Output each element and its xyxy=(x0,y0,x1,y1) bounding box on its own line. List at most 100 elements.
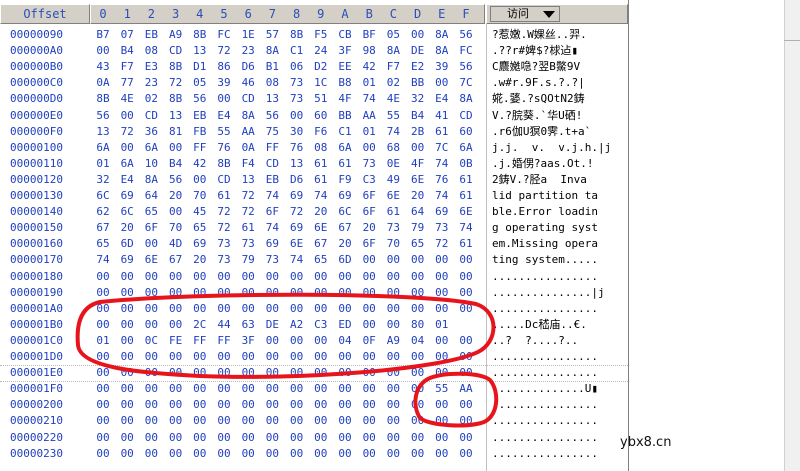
hex-byte[interactable]: 00 xyxy=(237,381,259,397)
hex-byte[interactable]: 00 xyxy=(140,285,162,301)
hex-byte[interactable]: 00 xyxy=(407,413,429,429)
hex-byte[interactable]: E4 xyxy=(116,172,138,188)
hex-byte[interactable]: 00 xyxy=(286,430,308,446)
hex-byte[interactable]: 00 xyxy=(455,413,477,429)
hex-byte[interactable]: 00 xyxy=(116,333,138,349)
hex-byte[interactable]: 00 xyxy=(407,430,429,446)
hex-byte[interactable]: 8B xyxy=(286,27,308,43)
hex-byte[interactable]: 6A xyxy=(92,140,114,156)
hex-byte[interactable]: 8A xyxy=(431,43,453,59)
hex-byte[interactable]: 00 xyxy=(286,413,308,429)
hex-byte[interactable]: 7C xyxy=(431,140,453,156)
hex-byte[interactable]: 6C xyxy=(92,188,114,204)
hex-byte[interactable]: 00 xyxy=(431,430,453,446)
hex-byte[interactable]: 00 xyxy=(213,349,235,365)
hex-byte[interactable]: 20 xyxy=(165,188,187,204)
hex-byte[interactable]: 61 xyxy=(455,236,477,252)
hex-byte[interactable]: 00 xyxy=(261,285,283,301)
hex-byte[interactable]: 00 xyxy=(431,285,453,301)
hex-byte[interactable]: 00 xyxy=(140,349,162,365)
hex-byte[interactable]: 00 xyxy=(310,381,332,397)
hex-byte[interactable]: 00 xyxy=(189,365,211,381)
hex-byte[interactable]: 6E xyxy=(382,188,404,204)
hex-byte[interactable]: 00 xyxy=(165,140,187,156)
hex-byte[interactable]: 72 xyxy=(237,188,259,204)
hex-byte[interactable]: 00 xyxy=(165,413,187,429)
hex-byte[interactable]: 00 xyxy=(431,349,453,365)
hex-byte[interactable]: 00 xyxy=(165,204,187,220)
hex-byte[interactable]: E3 xyxy=(140,59,162,75)
hex-byte[interactable]: 6E xyxy=(455,204,477,220)
hex-byte[interactable]: 00 xyxy=(189,349,211,365)
hex-byte[interactable]: 00 xyxy=(213,381,235,397)
hex-byte[interactable]: 76 xyxy=(213,140,235,156)
hex-byte[interactable]: 4E xyxy=(116,91,138,107)
hex-byte[interactable]: F7 xyxy=(382,59,404,75)
hex-byte[interactable]: 55 xyxy=(382,108,404,124)
hex-byte[interactable]: 00 xyxy=(140,301,162,317)
hex-byte[interactable]: 0E xyxy=(382,156,404,172)
hex-byte[interactable]: 00 xyxy=(334,301,356,317)
hex-byte[interactable]: E2 xyxy=(407,59,429,75)
hex-byte[interactable]: 23 xyxy=(140,75,162,91)
hex-byte[interactable]: 00 xyxy=(334,413,356,429)
hex-byte[interactable]: 00 xyxy=(237,301,259,317)
hex-byte[interactable]: 00 xyxy=(116,430,138,446)
hex-byte[interactable]: 77 xyxy=(116,75,138,91)
hex-byte[interactable]: 72 xyxy=(431,236,453,252)
hex-byte[interactable]: 00 xyxy=(431,446,453,462)
hex-byte[interactable]: 20 xyxy=(310,204,332,220)
hex-byte[interactable]: 8A xyxy=(140,172,162,188)
hex-byte[interactable]: 49 xyxy=(382,172,404,188)
hex-byte[interactable]: 76 xyxy=(286,140,308,156)
hex-byte[interactable]: 00 xyxy=(261,333,283,349)
hex-byte[interactable]: 0B xyxy=(455,156,477,172)
hex-byte[interactable]: 00 xyxy=(407,301,429,317)
hex-byte[interactable]: 6A xyxy=(116,156,138,172)
hex-byte[interactable]: 39 xyxy=(213,75,235,91)
hex-byte[interactable]: 41 xyxy=(431,108,453,124)
hex-byte[interactable]: 00 xyxy=(165,317,187,333)
hex-byte[interactable]: 75 xyxy=(261,124,283,140)
hex-byte[interactable]: 74 xyxy=(358,91,380,107)
hex-byte[interactable]: 39 xyxy=(431,59,453,75)
hex-byte[interactable]: 00 xyxy=(92,397,114,413)
hex-byte[interactable]: 6A xyxy=(334,140,356,156)
hex-byte[interactable]: 13 xyxy=(189,43,211,59)
hex-byte[interactable]: 00 xyxy=(431,252,453,268)
hex-byte[interactable]: 00 xyxy=(140,381,162,397)
hex-byte[interactable]: 68 xyxy=(382,140,404,156)
hex-byte[interactable]: 6D xyxy=(334,252,356,268)
hex-byte[interactable]: 65 xyxy=(189,220,211,236)
hex-byte[interactable]: 13 xyxy=(165,108,187,124)
hex-byte[interactable]: 72 xyxy=(165,75,187,91)
hex-byte[interactable]: 01 xyxy=(358,124,380,140)
hex-byte[interactable]: 00 xyxy=(334,430,356,446)
hex-byte[interactable]: 00 xyxy=(140,236,162,252)
hex-byte[interactable]: 00 xyxy=(310,349,332,365)
hex-byte[interactable]: 00 xyxy=(310,333,332,349)
hex-byte[interactable]: 61 xyxy=(431,124,453,140)
hex-byte[interactable]: BF xyxy=(358,27,380,43)
hex-byte[interactable]: 00 xyxy=(455,430,477,446)
hex-byte[interactable]: 2B xyxy=(407,124,429,140)
hex-byte[interactable]: 00 xyxy=(407,285,429,301)
text-cell[interactable]: ting system..... xyxy=(492,252,628,268)
hex-byte[interactable]: 74 xyxy=(261,220,283,236)
hex-byte[interactable]: 00 xyxy=(140,413,162,429)
hex-byte[interactable]: 01 xyxy=(358,75,380,91)
hex-byte[interactable]: 10 xyxy=(140,156,162,172)
hex-byte[interactable]: 00 xyxy=(213,430,235,446)
hex-byte[interactable]: 4F xyxy=(334,91,356,107)
hex-byte[interactable]: 74 xyxy=(286,252,308,268)
hex-byte[interactable]: 00 xyxy=(358,349,380,365)
hex-byte[interactable]: D2 xyxy=(310,59,332,75)
hex-byte[interactable]: 00 xyxy=(407,397,429,413)
hex-byte[interactable]: 7C xyxy=(455,75,477,91)
hex-byte[interactable]: 04 xyxy=(407,333,429,349)
hex-byte[interactable]: 65 xyxy=(407,236,429,252)
hex-byte[interactable]: 46 xyxy=(237,75,259,91)
hex-byte[interactable]: 00 xyxy=(116,413,138,429)
hex-byte[interactable]: 00 xyxy=(165,430,187,446)
hex-byte[interactable]: 63 xyxy=(237,317,259,333)
